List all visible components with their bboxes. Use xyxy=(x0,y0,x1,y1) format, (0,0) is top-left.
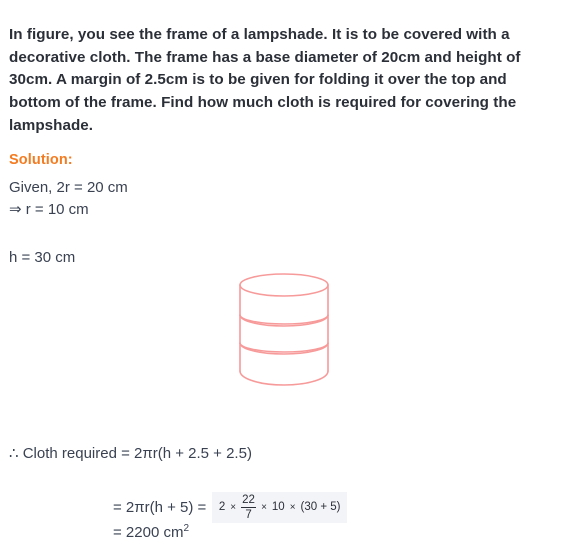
final-answer-value: = 2200 cm xyxy=(113,524,184,541)
cylinder-top-ellipse xyxy=(239,273,329,297)
equation-times-2: × xyxy=(261,501,267,513)
equation-times-3: × xyxy=(289,501,296,513)
equation-expression: 2 × 22 7 × 10 × (30 + 5) xyxy=(212,492,347,524)
fraction-numerator: 22 xyxy=(242,494,255,506)
derived-radius-line: ⇒ r = 10 cm xyxy=(9,201,89,218)
question-text: In figure, you see the frame of a lampsh… xyxy=(9,26,521,134)
final-answer: = 2200 cm2 xyxy=(113,523,189,543)
equation-radius: 10 xyxy=(271,500,285,513)
equation-bracket: (30 + 5) xyxy=(300,500,341,513)
given-diameter-line: Given, 2r = 20 cm xyxy=(9,179,128,196)
given-height-line: h = 30 cm xyxy=(9,249,76,266)
cloth-required-line: ∴ Cloth required = 2πr(h + 2.5 + 2.5) xyxy=(9,445,252,462)
fraction-denominator: 7 xyxy=(245,509,252,522)
solution-heading: Solution: xyxy=(9,152,73,168)
cylinder-diagram xyxy=(239,273,329,386)
solution-page: In figure, you see the frame of a lampsh… xyxy=(0,0,563,556)
formula-expansion-text: = 2πr(h + 5) = xyxy=(113,498,207,516)
equation-times-1: × xyxy=(230,501,237,513)
equation-coefficient: 2 xyxy=(218,500,226,513)
final-answer-row: = 2200 cm2 xyxy=(113,523,189,543)
cylinder-bottom-arc xyxy=(239,370,329,386)
formula-expansion-row: = 2πr(h + 5) = 2 × 22 7 × 10 × (30 + 5) xyxy=(113,492,347,524)
equation-fraction-22-7: 22 7 xyxy=(241,494,257,522)
final-answer-exponent: 2 xyxy=(183,523,190,534)
lampshade-figure xyxy=(232,268,336,398)
